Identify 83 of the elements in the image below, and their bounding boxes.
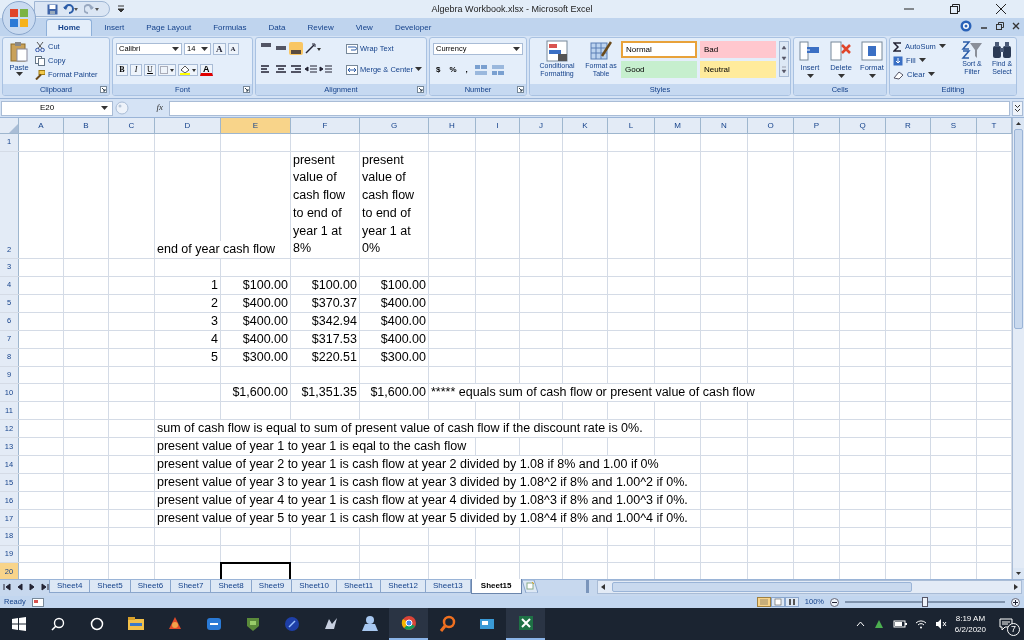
comma-button[interactable]: , <box>462 64 471 76</box>
ribbon-tab[interactable]: Data <box>258 20 296 36</box>
table-cell-text: $400.00 <box>241 294 289 312</box>
cell-style-option[interactable]: Neutral <box>700 61 776 78</box>
column-header[interactable]: K <box>563 118 608 133</box>
sheet-tab[interactable]: Sheet13 <box>425 580 471 593</box>
table-cell-text: $220.51 <box>310 348 358 366</box>
column-header[interactable]: R <box>886 118 931 133</box>
ribbon-tab[interactable]: Review <box>297 20 344 36</box>
sheet-tab[interactable]: Sheet10 <box>291 580 337 593</box>
sheet-tab[interactable]: Sheet15 <box>470 579 522 594</box>
ribbon-tab[interactable]: Insert <box>94 20 135 36</box>
column-header[interactable]: F <box>291 118 360 133</box>
table-cell-text: $1,351.35 <box>300 384 358 402</box>
column-header[interactable]: N <box>701 118 748 133</box>
window-title: Algebra Workbook.xlsx - Microsoft Excel <box>431 3 593 16</box>
table-cell-text: $370.37 <box>310 294 358 312</box>
percent-button[interactable]: % <box>446 64 460 76</box>
grow-font-button[interactable]: A <box>213 43 226 55</box>
column-header[interactable]: P <box>794 118 840 133</box>
sheet-tab[interactable]: Sheet4 <box>49 580 91 593</box>
column-header[interactable]: J <box>520 118 563 133</box>
ribbon-tab[interactable]: Page Layout <box>136 20 202 36</box>
column-header[interactable]: E <box>221 118 291 133</box>
table-cell-text: $400.00 <box>379 312 427 330</box>
column-header[interactable]: G <box>360 118 429 133</box>
sheet-tab[interactable]: Sheet9 <box>250 580 293 593</box>
notification-count: 7 <box>1007 623 1020 636</box>
table-cell-text: $100.00 <box>241 276 289 294</box>
column-header[interactable]: I <box>476 118 520 133</box>
cell-style-option[interactable]: Good <box>621 61 697 78</box>
table-cell-text: $300.00 <box>241 348 289 366</box>
table-cell: end of year <box>155 240 222 258</box>
notifications-button[interactable]: 7 <box>994 614 1018 634</box>
table-cell-text: $317.53 <box>310 330 358 348</box>
sheet-tab[interactable]: Sheet7 <box>170 580 212 593</box>
cell-style-option[interactable]: Normal <box>621 41 697 58</box>
clock-time[interactable]: 8:19 AM <box>955 613 986 624</box>
column-header[interactable]: L <box>608 118 655 133</box>
column-header[interactable]: M <box>655 118 701 133</box>
column-header[interactable]: O <box>748 118 794 133</box>
underline-button[interactable]: U <box>144 64 156 76</box>
cell-style-option[interactable]: Bad <box>700 41 776 58</box>
table-cell-text: $100.00 <box>310 276 358 294</box>
table-cell-text: $1,600.00 <box>231 384 289 402</box>
table-cell-text: $400.00 <box>379 330 427 348</box>
column-header[interactable]: Q <box>840 118 886 133</box>
column-header[interactable]: H <box>429 118 476 133</box>
column-header[interactable]: A <box>19 118 64 133</box>
column-header[interactable]: C <box>109 118 155 133</box>
ribbon-tab[interactable]: Developer <box>384 20 442 36</box>
table-cell-text: 4 <box>210 330 219 348</box>
sheet-tab[interactable]: Sheet6 <box>129 580 172 593</box>
table-cell-text: $342.94 <box>310 312 358 330</box>
currency-button[interactable]: $ <box>433 64 444 76</box>
column-header[interactable]: S <box>931 118 977 133</box>
sheet-tab[interactable]: Sheet11 <box>335 580 382 593</box>
insert-function-button[interactable]: fx <box>131 101 167 115</box>
ribbon-tab[interactable]: View <box>345 20 383 36</box>
ribbon-tab[interactable]: Formulas <box>203 20 257 36</box>
table-cell-text: $100.00 <box>379 276 427 294</box>
sheet-tab[interactable]: Sheet12 <box>380 580 426 593</box>
table-cell-text: $400.00 <box>241 330 289 348</box>
column-header[interactable]: B <box>64 118 109 133</box>
table-cell-text: $300.00 <box>379 348 427 366</box>
table-cell-text: 1 <box>210 276 219 294</box>
table-cell-text: 3 <box>210 312 219 330</box>
table-cell-text: 2 <box>210 294 219 312</box>
table-cell-text: present value of cash flow to end of year 1 at 8% <box>292 151 347 258</box>
table-cell-text: present value of cash flow to end of year 1 at 0% <box>361 151 416 258</box>
table-cell-text: $1,600.00 <box>369 384 427 402</box>
clock-date[interactable]: 6/2/2020 <box>954 624 986 635</box>
name-box[interactable]: E20 <box>1 100 113 116</box>
ribbon-tab[interactable]: Home <box>46 19 93 36</box>
sheet-tab[interactable]: Sheet8 <box>210 580 252 593</box>
table-cell-text: $400.00 <box>379 294 427 312</box>
bold-button[interactable]: B <box>116 64 128 76</box>
italic-button[interactable]: I <box>130 64 142 76</box>
table-cell: ***** equals sum of cash flow or present value of cash flow <box>429 384 757 402</box>
table-cell-text: 5 <box>210 348 219 366</box>
font-color-button[interactable]: A <box>200 64 213 76</box>
table-cell-text: $400.00 <box>241 312 289 330</box>
sheet-tab[interactable]: Sheet5 <box>89 580 131 593</box>
